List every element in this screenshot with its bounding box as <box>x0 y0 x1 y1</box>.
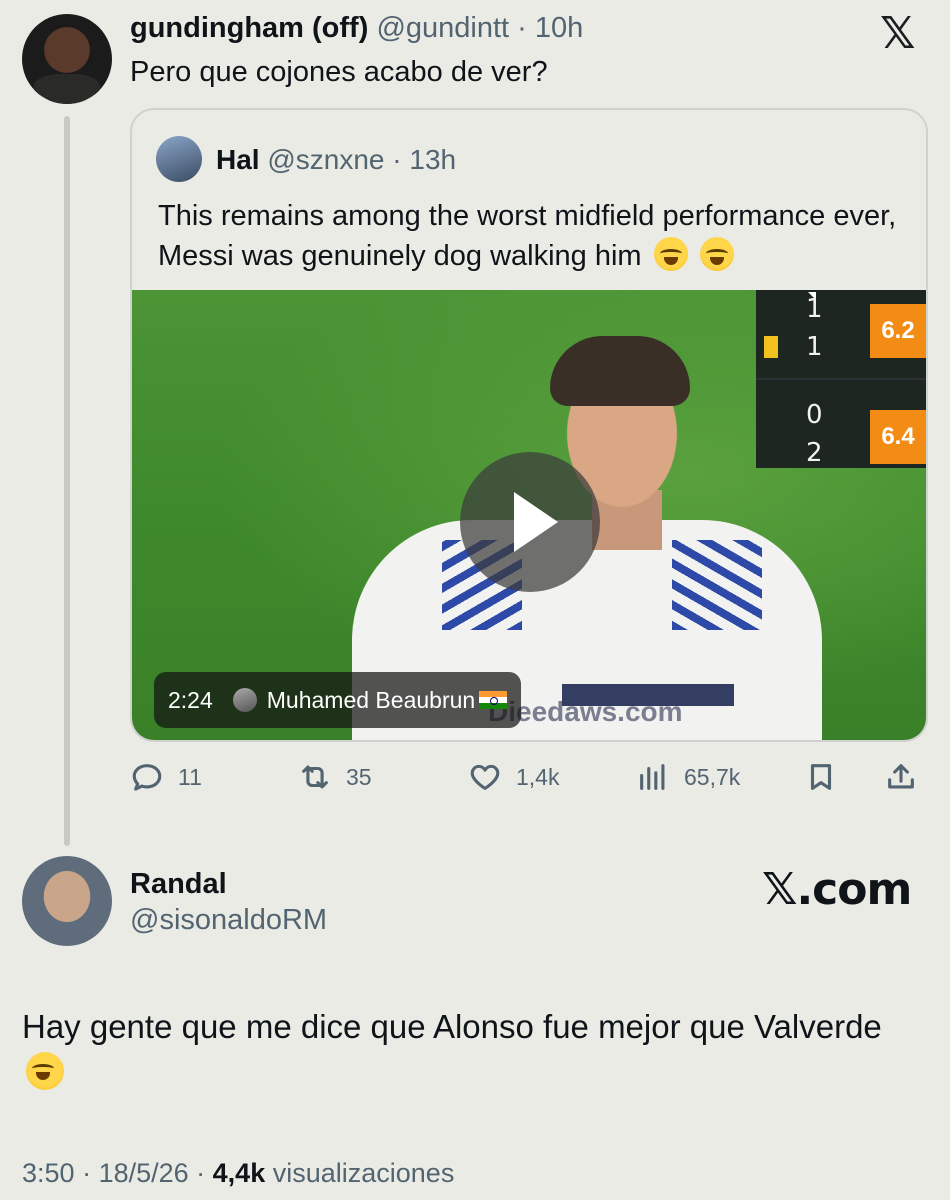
views-count: 65,7k <box>684 763 741 790</box>
heart-icon <box>470 764 500 790</box>
views-button[interactable]: 65,7k <box>636 760 740 794</box>
video-duration: 2:24 <box>168 686 213 713</box>
separator-dot: · <box>509 12 535 44</box>
reply-text: Hay gente que me dice que Alonso fue mej… <box>22 1008 882 1045</box>
author-name[interactable]: gundingham (off) <box>130 12 368 44</box>
xcom-watermark: 𝕏.com <box>762 864 912 915</box>
share-button[interactable] <box>884 760 932 794</box>
x-logo-icon: 𝕏 <box>880 8 916 59</box>
video-player[interactable]: Dieedaws.com 1 1 0 2 6.2 6.4 2:24 Muhame… <box>132 290 926 740</box>
player-rating-badge: 6.4 <box>870 410 926 464</box>
reply-author-avatar[interactable] <box>22 856 112 946</box>
reply-views-count: 4,4k <box>212 1158 266 1188</box>
repost-button[interactable]: 35 <box>298 760 372 794</box>
quote-author-handle: @sznxne <box>267 144 385 175</box>
video-frame-shirt-stripes <box>672 540 762 630</box>
separator-dot: · <box>74 1158 99 1188</box>
like-button[interactable]: 1,4k <box>468 760 559 794</box>
quote-text-block: This remains among the worst midfield pe… <box>158 196 918 276</box>
scoreboard-value: 1 <box>806 332 823 362</box>
share-icon <box>888 764 914 789</box>
scoreboard-value: 1 <box>806 294 823 324</box>
reply-date[interactable]: 18/5/26 <box>99 1158 189 1188</box>
tweet-header: gundingham (off) @gundintt · 10h <box>130 12 583 45</box>
bookmark-icon <box>810 764 832 790</box>
scoreboard-divider <box>756 378 926 380</box>
quote-text: This remains among the worst midfield pe… <box>158 200 897 272</box>
player-rating-badge: 6.2 <box>870 304 926 358</box>
video-frame-player-hair <box>550 336 690 406</box>
reply-icon <box>132 764 162 791</box>
quote-card[interactable]: Hal @sznxne · 13h This remains among the… <box>130 108 928 742</box>
analytics-icon <box>640 764 665 790</box>
tweet-time[interactable]: 10h <box>535 12 583 44</box>
play-icon[interactable] <box>460 452 600 592</box>
author-handle[interactable]: @gundintt <box>376 12 509 44</box>
reply-meta: 3:50 · 18/5/26 · 4,4k visualizaciones <box>22 1158 454 1189</box>
like-count: 1,4k <box>516 763 560 790</box>
yellow-card-icon <box>764 336 778 358</box>
loudly-crying-face-icon <box>699 237 734 271</box>
separator-dot: · <box>188 1158 213 1188</box>
reply-text-block: Hay gente que me dice que Alonso fue mej… <box>22 1004 902 1096</box>
reply-author-name[interactable]: Randal <box>130 868 227 901</box>
thread-line <box>64 116 70 846</box>
quote-time: 13h <box>409 144 457 175</box>
video-uploader[interactable]: Muhamed Beaubrun <box>267 687 475 714</box>
reply-views-label: visualizaciones <box>272 1158 455 1188</box>
repost-icon <box>302 765 328 789</box>
quote-author-avatar <box>156 136 202 182</box>
reply-count: 11 <box>178 763 202 790</box>
uploader-avatar <box>232 688 257 712</box>
separator-dot: · <box>384 144 410 175</box>
repost-count: 35 <box>346 763 372 790</box>
reply-author-handle[interactable]: @sisonaldoRM <box>130 904 327 937</box>
quote-header: Hal @sznxne · 13h <box>216 144 456 176</box>
loudly-crying-face-icon <box>26 1052 64 1090</box>
scoreboard-value: 2 <box>806 438 823 468</box>
scoreboard-value: 0 <box>806 400 823 430</box>
author-avatar[interactable] <box>22 14 112 104</box>
loudly-crying-face-icon <box>653 237 688 271</box>
quote-author-name: Hal <box>216 144 260 175</box>
bookmark-button[interactable] <box>804 760 852 794</box>
video-info-chip: 2:24 Muhamed Beaubrun <box>154 672 522 728</box>
india-flag-icon <box>479 691 508 709</box>
reply-button[interactable]: 11 <box>130 760 202 794</box>
tweet-text: Pero que cojones acabo de ver? <box>130 56 548 88</box>
reply-time[interactable]: 3:50 <box>22 1158 75 1188</box>
